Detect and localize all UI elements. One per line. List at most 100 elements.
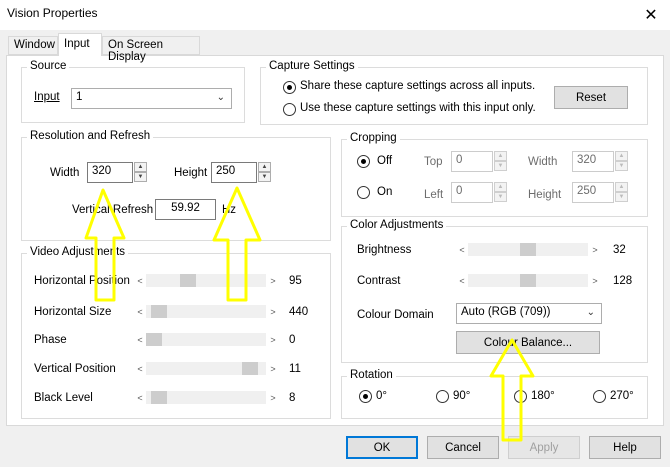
contrast-value: 128: [613, 275, 633, 287]
spin-up-icon[interactable]: ▲: [258, 162, 271, 172]
rotation-180-label: 180°: [531, 390, 555, 402]
crop-width-spinner[interactable]: ▲ ▼: [615, 151, 628, 172]
crop-on-radio[interactable]: [357, 186, 370, 199]
rotation-270-label: 270°: [610, 390, 634, 402]
spin-down-icon[interactable]: ▼: [258, 172, 271, 182]
crop-top-label: Top: [424, 156, 443, 168]
width-input[interactable]: 320: [87, 162, 133, 183]
slider-right-arrow-icon[interactable]: >: [269, 393, 277, 403]
input-label: Input: [34, 91, 60, 103]
crop-on-label: On: [377, 186, 393, 198]
video-slider-value: 11: [289, 363, 301, 375]
resolution-legend: Resolution and Refresh: [27, 130, 154, 142]
vrefresh-input[interactable]: 59.92: [155, 199, 216, 220]
video-slider-value: 440: [289, 306, 309, 318]
crop-height-spinner[interactable]: ▲ ▼: [615, 182, 628, 203]
tab-on-screen-display[interactable]: On Screen Display: [102, 36, 200, 63]
video-slider-value: 95: [289, 275, 302, 287]
slider-right-arrow-icon[interactable]: >: [269, 307, 277, 317]
rotation-270-radio[interactable]: [593, 390, 606, 403]
width-label: Width: [50, 167, 80, 179]
spin-up-icon[interactable]: ▲: [134, 162, 147, 172]
close-icon[interactable]: ✕: [632, 0, 670, 30]
spin-down-icon[interactable]: ▼: [494, 161, 507, 171]
crop-width-input[interactable]: 320: [572, 151, 614, 172]
slider-right-arrow-icon[interactable]: >: [269, 364, 277, 374]
slider-thumb[interactable]: [520, 274, 536, 287]
tab-window[interactable]: Window: [8, 36, 58, 55]
brightness-label: Brightness: [357, 244, 412, 256]
slider-left-arrow-icon[interactable]: <: [136, 393, 144, 403]
slider-thumb[interactable]: [151, 305, 167, 318]
crop-width-label: Width: [528, 156, 558, 168]
vrefresh-unit: Hz: [222, 204, 237, 216]
cancel-button[interactable]: Cancel: [427, 436, 499, 459]
brightness-slider[interactable]: [468, 243, 588, 256]
rotation-0-radio[interactable]: [359, 390, 372, 403]
slider-thumb[interactable]: [180, 274, 196, 287]
video-slider[interactable]: [146, 305, 266, 318]
crop-left-label: Left: [424, 189, 444, 201]
video-slider[interactable]: [146, 362, 266, 375]
rotation-90-radio[interactable]: [436, 390, 449, 403]
apply-button[interactable]: Apply: [508, 436, 580, 459]
video-slider[interactable]: [146, 391, 266, 404]
video-slider-label: Horizontal Position: [34, 275, 130, 287]
slider-right-arrow-icon[interactable]: >: [591, 276, 599, 286]
vrefresh-label: Vertical Refresh: [72, 204, 154, 216]
slider-left-arrow-icon[interactable]: <: [136, 307, 144, 317]
video-slider-value: 8: [289, 392, 296, 404]
slider-thumb[interactable]: [151, 391, 167, 404]
height-input[interactable]: 250: [211, 162, 257, 183]
slider-right-arrow-icon[interactable]: >: [591, 245, 599, 255]
video-legend: Video Adjustments: [27, 246, 129, 258]
slider-thumb[interactable]: [520, 243, 536, 256]
tab-input[interactable]: Input: [58, 33, 102, 56]
spin-down-icon[interactable]: ▼: [134, 172, 147, 182]
slider-left-arrow-icon[interactable]: <: [458, 245, 466, 255]
slider-right-arrow-icon[interactable]: >: [269, 335, 277, 345]
spin-down-icon[interactable]: ▼: [494, 192, 507, 202]
height-spinner[interactable]: ▲ ▼: [258, 162, 271, 183]
crop-top-spinner[interactable]: ▲ ▼: [494, 151, 507, 172]
crop-off-radio[interactable]: [357, 155, 370, 168]
slider-left-arrow-icon[interactable]: <: [136, 335, 144, 345]
spin-up-icon[interactable]: ▲: [494, 151, 507, 161]
crop-height-input[interactable]: 250: [572, 182, 614, 203]
slider-left-arrow-icon[interactable]: <: [136, 364, 144, 374]
brightness-value: 32: [613, 244, 626, 256]
rotation-90-label: 90°: [453, 390, 471, 402]
slider-left-arrow-icon[interactable]: <: [458, 276, 466, 286]
ok-button[interactable]: OK: [346, 436, 418, 459]
help-button[interactable]: Help: [589, 436, 661, 459]
spin-up-icon[interactable]: ▲: [615, 182, 628, 192]
crop-left-spinner[interactable]: ▲ ▼: [494, 182, 507, 203]
slider-right-arrow-icon[interactable]: >: [269, 276, 277, 286]
width-spinner[interactable]: ▲ ▼: [134, 162, 147, 183]
crop-top-input[interactable]: 0: [451, 151, 493, 172]
crop-left-input[interactable]: 0: [451, 182, 493, 203]
video-slider-label: Black Level: [34, 392, 93, 404]
reset-button[interactable]: Reset: [554, 86, 628, 109]
colour-domain-label: Colour Domain: [357, 309, 434, 321]
slider-thumb[interactable]: [146, 333, 162, 346]
spin-up-icon[interactable]: ▲: [615, 151, 628, 161]
video-slider[interactable]: [146, 333, 266, 346]
input-select[interactable]: 1 ⌄: [71, 88, 232, 109]
slider-thumb[interactable]: [242, 362, 258, 375]
colour-balance-button[interactable]: Colour Balance...: [456, 331, 600, 354]
capture-share-radio[interactable]: [283, 81, 296, 94]
capture-this-label: Use these capture settings with this inp…: [300, 102, 536, 114]
slider-left-arrow-icon[interactable]: <: [136, 276, 144, 286]
capture-this-radio[interactable]: [283, 103, 296, 116]
video-slider-label: Vertical Position: [34, 363, 116, 375]
spin-down-icon[interactable]: ▼: [615, 192, 628, 202]
spin-up-icon[interactable]: ▲: [494, 182, 507, 192]
colour-domain-select[interactable]: Auto (RGB (709)) ⌄: [456, 303, 602, 324]
capture-legend: Capture Settings: [266, 60, 358, 72]
spin-down-icon[interactable]: ▼: [615, 161, 628, 171]
rotation-0-label: 0°: [376, 390, 387, 402]
rotation-180-radio[interactable]: [514, 390, 527, 403]
video-slider[interactable]: [146, 274, 266, 287]
contrast-slider[interactable]: [468, 274, 588, 287]
